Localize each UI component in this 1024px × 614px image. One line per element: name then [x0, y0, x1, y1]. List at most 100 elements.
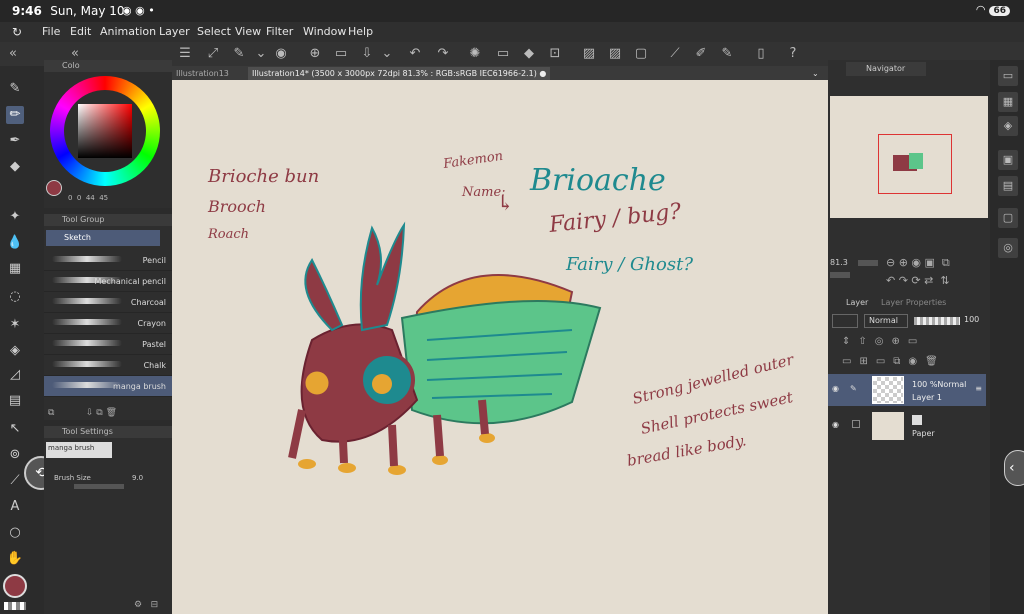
menu-select[interactable]: Select: [197, 25, 231, 38]
brush-mechanical-pencil[interactable]: Mechanical pencil: [44, 271, 172, 292]
current-color-icon[interactable]: [46, 180, 62, 196]
transparent-color-swatch[interactable]: [4, 602, 26, 610]
sub-tool-actions[interactable]: ⧉ ⇩ ⧉ 🗑: [48, 408, 117, 418]
pencil-tool-icon[interactable]: ✏: [6, 106, 24, 124]
brush-charcoal[interactable]: Charcoal: [44, 292, 172, 313]
save-icon[interactable]: ⇩: [358, 45, 376, 63]
lock-checkbox[interactable]: [852, 420, 860, 428]
brush-crayon[interactable]: Crayon: [44, 313, 172, 334]
eraser-tool-icon[interactable]: ◆: [6, 158, 24, 176]
fullscreen-icon[interactable]: ⤢: [204, 45, 222, 63]
rotate-slider[interactable]: [830, 272, 850, 278]
menu-file[interactable]: File: [42, 25, 60, 38]
redo-icon[interactable]: ↷: [434, 45, 452, 63]
layer-move-icon[interactable]: ▤: [6, 392, 24, 410]
menu-help[interactable]: Help: [348, 25, 373, 38]
fill-icon[interactable]: ◆: [520, 45, 538, 63]
tab-layer[interactable]: Layer: [846, 298, 868, 307]
collapse-left-icon[interactable]: «: [4, 45, 22, 63]
blend-tool-icon[interactable]: 💧: [6, 234, 24, 252]
menu-animation[interactable]: Animation: [100, 25, 156, 38]
ruler-icon[interactable]: ⟋: [666, 45, 684, 63]
history-panel-icon[interactable]: ▢: [998, 208, 1018, 228]
brush-manga[interactable]: manga brush: [44, 376, 172, 397]
snap-icon[interactable]: ✎: [230, 45, 248, 63]
eye-icon[interactable]: ◉: [272, 45, 290, 63]
layer-row-layer1[interactable]: ◉ ✎ 100 %Normal Layer 1 ≡: [828, 374, 986, 406]
info-panel-icon[interactable]: ◎: [998, 238, 1018, 258]
navigator-panel-icon[interactable]: ▭: [998, 66, 1018, 86]
lasso-tool-icon[interactable]: ◌: [6, 288, 24, 306]
brush-tool-icon[interactable]: ✐: [692, 45, 710, 63]
navigator-zoom[interactable]: 81.3: [830, 258, 848, 267]
app-logo-icon[interactable]: ↻: [12, 25, 22, 39]
undo-icon[interactable]: ↶: [406, 45, 424, 63]
invert-icon[interactable]: ▨: [606, 45, 624, 63]
drawing-canvas[interactable]: Brioche bun Brooch Roach Fakemon Name: ↳…: [172, 80, 828, 614]
hue-wheel[interactable]: [50, 76, 160, 186]
move-tool-icon[interactable]: ↖: [6, 420, 24, 438]
menu-view[interactable]: View: [235, 25, 261, 38]
new-file-icon[interactable]: ⊕: [306, 45, 324, 63]
navigator-tab[interactable]: Navigator: [846, 62, 926, 76]
brush-chalk[interactable]: Chalk: [44, 355, 172, 376]
pen-tool-icon[interactable]: ✎: [6, 80, 24, 98]
saturation-square[interactable]: [78, 104, 132, 158]
tab-layer-properties[interactable]: Layer Properties: [881, 298, 946, 307]
clear-icon[interactable]: ▭: [494, 45, 512, 63]
zoom-slider[interactable]: [858, 260, 878, 266]
loading-icon[interactable]: ✺: [466, 45, 484, 63]
text-tool-icon[interactable]: A: [6, 498, 24, 516]
hand-tool-icon[interactable]: ✋: [6, 550, 24, 568]
main-color-swatch[interactable]: [3, 574, 27, 598]
side-panel-handle-icon[interactable]: ‹: [1004, 450, 1024, 486]
blend-mode-select[interactable]: Normal: [864, 314, 908, 328]
eyedropper-tool-icon[interactable]: ⊚: [6, 446, 24, 464]
magic-wand-icon[interactable]: ✶: [6, 316, 24, 334]
layer-property-icon[interactable]: ▣: [998, 150, 1018, 170]
fill-tool-icon[interactable]: ◈: [6, 342, 24, 360]
layer-toolbar-2[interactable]: ▭⊞▭⧉◉🗑: [842, 356, 946, 367]
navigator-viewport[interactable]: [878, 134, 952, 194]
menu-layer[interactable]: Layer: [159, 25, 190, 38]
brush-tool-icon[interactable]: ✒: [6, 132, 24, 150]
tab-illustration14[interactable]: Illustration14* (3500 x 3000px 72dpi 81.…: [248, 67, 551, 80]
selection-icon[interactable]: ▢: [632, 45, 650, 63]
menu-window[interactable]: Window: [303, 25, 346, 38]
layer-color-select[interactable]: [832, 314, 858, 328]
chevron-down-icon[interactable]: ⌄: [252, 45, 270, 63]
pen-tool-icon[interactable]: ✎: [718, 45, 736, 63]
brush-pencil[interactable]: Pencil: [44, 250, 172, 271]
menu-filter[interactable]: Filter: [266, 25, 293, 38]
gradient-tool-icon[interactable]: ◿: [6, 366, 24, 384]
settings-icon[interactable]: ⚙ ⊟: [134, 600, 158, 610]
animation-panel-icon[interactable]: ▤: [998, 176, 1018, 196]
balloon-tool-icon[interactable]: ○: [6, 524, 24, 542]
open-folder-icon[interactable]: ▭: [332, 45, 350, 63]
layer-row-paper[interactable]: ◉ Paper: [828, 410, 986, 442]
brush-size-slider[interactable]: [74, 484, 124, 489]
deselect-icon[interactable]: ▨: [580, 45, 598, 63]
visibility-eye-icon[interactable]: ◉: [832, 420, 839, 429]
hamburger-menu-icon[interactable]: ☰: [176, 45, 194, 63]
layers-panel-icon[interactable]: ◈: [998, 116, 1018, 136]
navigator-zoom-buttons[interactable]: ⊖ ⊕ ◉ ▣ ⧉: [886, 256, 950, 270]
tab-illustration13[interactable]: Illustration13: [172, 67, 233, 80]
opacity-value[interactable]: 100: [964, 315, 979, 324]
opacity-slider[interactable]: [914, 317, 960, 325]
visibility-eye-icon[interactable]: ◉: [832, 384, 839, 393]
brush-pastel[interactable]: Pastel: [44, 334, 172, 355]
navigator-preview[interactable]: [830, 96, 988, 218]
layer-menu-icon[interactable]: ≡: [975, 384, 982, 393]
phone-icon[interactable]: ▯: [752, 45, 770, 63]
decoration-tool-icon[interactable]: ✦: [6, 208, 24, 226]
brush-size-value[interactable]: 9.0: [132, 474, 143, 482]
frame-tool-icon[interactable]: ▦: [6, 260, 24, 278]
material-panel-icon[interactable]: ▦: [998, 92, 1018, 112]
navigator-rotate-buttons[interactable]: ↶ ↷ ⟳ ⇄ ⇅: [886, 274, 950, 287]
layer-toolbar-1[interactable]: ⇕⇧◎⊕▭: [842, 336, 925, 347]
help-icon[interactable]: ?: [784, 45, 802, 63]
close-tab-icon[interactable]: ●: [539, 69, 546, 78]
tool-group-sketch[interactable]: Sketch: [46, 230, 160, 246]
menu-edit[interactable]: Edit: [70, 25, 91, 38]
